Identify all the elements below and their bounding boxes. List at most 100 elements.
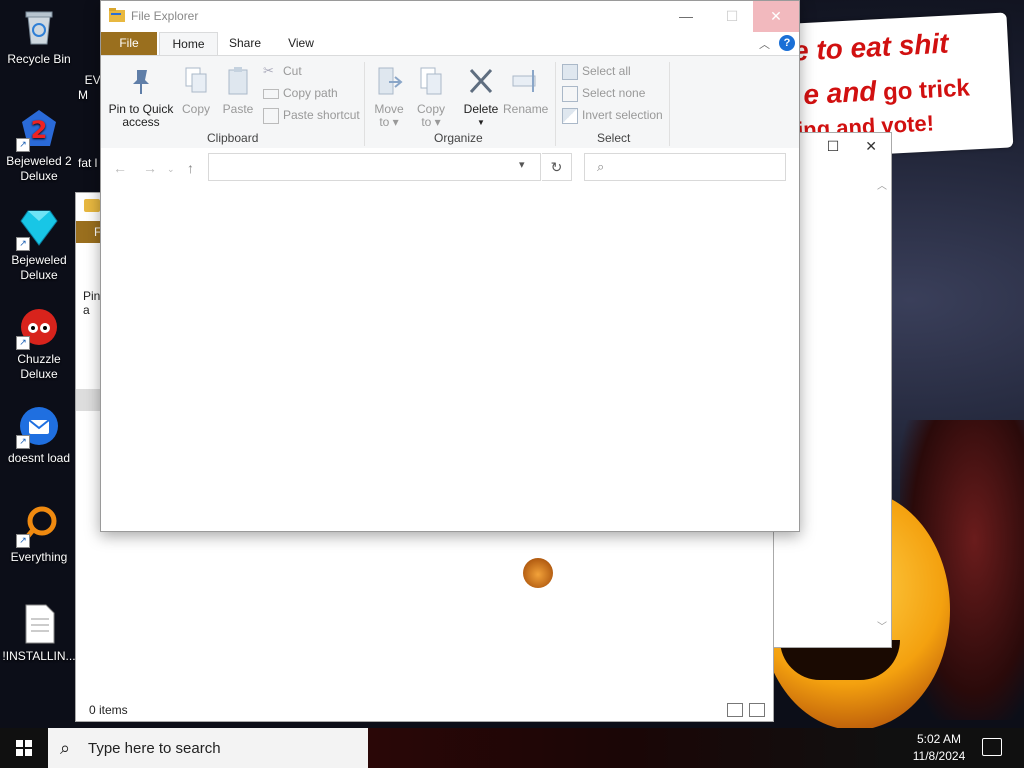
group-label-clipboard: Clipboard: [207, 131, 259, 145]
select-none-icon: [562, 86, 578, 102]
paste-shortcut-button[interactable]: Paste shortcut: [263, 106, 360, 124]
invert-selection-icon: [562, 108, 578, 124]
ribbon-home: Pin to Quick access Copy Paste ✂ Cut Cop…: [101, 55, 799, 149]
paste-button[interactable]: Paste: [219, 66, 257, 116]
copy-path-button[interactable]: Copy path: [263, 84, 338, 102]
chevron-up-icon[interactable]: ︿: [875, 177, 889, 192]
status-item-count: 0 items: [89, 703, 128, 717]
windows-logo-icon: [16, 740, 32, 756]
desktop-icon-label: Bejeweled 2 Deluxe: [6, 154, 72, 183]
desktop-icon-doesnt-load[interactable]: ↗ doesnt load: [1, 405, 77, 466]
file-explorer-window[interactable]: File Explorer — ☐ ✕ File Home Share View…: [100, 0, 800, 532]
group-separator: [364, 62, 365, 146]
everything-search-icon: ↗: [16, 504, 60, 548]
desktop-icon-bejeweled-2[interactable]: 2 ↗ Bejeweled 2 Deluxe: [1, 108, 77, 184]
select-none-button[interactable]: Select none: [562, 84, 645, 102]
large-icons-view-icon[interactable]: [749, 703, 765, 717]
desktop-icon-recycle-bin[interactable]: Recycle Bin: [1, 6, 77, 67]
banner-line-1: e to eat shit: [792, 27, 950, 67]
cat-sprite-icon: [523, 558, 553, 588]
system-clock[interactable]: 5:02 AM 11/8/2024: [900, 731, 978, 765]
delete-button[interactable]: Delete ▼: [459, 66, 503, 129]
svg-text:2: 2: [31, 116, 48, 144]
scissors-icon: ✂: [263, 63, 274, 78]
select-all-icon: [562, 64, 578, 80]
tab-view[interactable]: View: [277, 32, 325, 55]
start-button[interactable]: [0, 728, 48, 768]
desktop-icon-bejeweled[interactable]: ↗ Bejeweled Deluxe: [1, 207, 77, 283]
pin-label-partial: Pin a: [83, 289, 101, 317]
text-file-icon: [18, 603, 60, 645]
desktop-icon-partial-ev[interactable]: EV M: [78, 58, 102, 103]
pin-to-quick-access-button[interactable]: Pin to Quick access: [107, 66, 175, 129]
folder-icon: [84, 199, 100, 212]
address-input[interactable]: [208, 153, 541, 181]
desktop-icon-label: Chuzzle Deluxe: [17, 352, 61, 381]
taskbar-search-box[interactable]: ⌕ Type here to search: [48, 728, 368, 768]
minimize-button[interactable]: —: [663, 1, 709, 32]
help-icon[interactable]: ?: [779, 35, 795, 51]
copy-to-button[interactable]: Copy to ▾: [411, 66, 451, 129]
close-button[interactable]: ✕: [753, 1, 799, 32]
group-label-select: Select: [597, 131, 631, 145]
desktop-icon-label: doesnt load: [7, 451, 71, 465]
maximize-icon[interactable]: ☐: [827, 138, 840, 155]
window-titlebar[interactable]: File Explorer — ☐ ✕: [101, 1, 799, 32]
recent-locations-chevron-icon[interactable]: ⌄: [167, 164, 175, 175]
desktop-icon-label: Recycle Bin: [7, 52, 71, 66]
desktop-icon-chuzzle[interactable]: ↗ Chuzzle Deluxe: [1, 306, 77, 382]
address-bar-row: ← → ⌄ ↑ ▾ ↻ ⌕: [101, 148, 799, 188]
copy-button[interactable]: Copy: [177, 66, 215, 116]
desktop-icon-label: Bejeweled Deluxe: [11, 253, 67, 282]
bejeweled-2-icon: 2 ↗: [16, 108, 60, 152]
tab-share[interactable]: Share: [219, 32, 271, 55]
taskbar-search-placeholder: Type here to search: [88, 740, 221, 757]
chuzzle-icon: ↗: [16, 306, 60, 350]
tab-file[interactable]: File: [101, 32, 157, 55]
copy-path-icon: [263, 89, 279, 99]
shortcut-arrow-icon: ↗: [16, 138, 30, 152]
refresh-icon: ↻: [550, 159, 563, 175]
shortcut-arrow-icon: ↗: [16, 534, 30, 548]
folder-icon: [109, 8, 125, 22]
details-view-icon[interactable]: [727, 703, 743, 717]
ribbon-tabs: File Home Share View ︿ ?: [101, 32, 799, 56]
thunderbird-icon: ↗: [16, 405, 60, 449]
search-icon: ⌕: [597, 159, 605, 174]
bejeweled-icon: ↗: [16, 207, 60, 251]
pin-icon: [133, 70, 149, 94]
tab-home[interactable]: Home: [159, 32, 218, 56]
up-arrow-icon[interactable]: ↑: [187, 160, 194, 176]
file-list-area[interactable]: [101, 188, 799, 531]
chevron-down-icon[interactable]: ﹀: [875, 618, 889, 633]
rename-button[interactable]: Rename: [503, 66, 548, 116]
refresh-button[interactable]: ↻: [542, 153, 572, 181]
window-title: File Explorer: [131, 9, 199, 23]
recycle-bin-icon: [18, 6, 60, 48]
maximize-button[interactable]: ☐: [709, 1, 755, 32]
search-input[interactable]: ⌕: [584, 153, 786, 181]
shortcut-arrow-icon: ↗: [16, 435, 30, 449]
forward-arrow-icon[interactable]: →: [143, 160, 157, 176]
back-arrow-icon[interactable]: ←: [113, 160, 127, 176]
shortcut-arrow-icon: ↗: [16, 336, 30, 350]
desktop-icon-installing[interactable]: !INSTALLIN...: [1, 603, 77, 664]
shortcut-arrow-icon: ↗: [16, 237, 30, 251]
search-icon: ⌕: [60, 738, 71, 758]
desktop-icon-partial-fat[interactable]: fat l: [78, 156, 102, 171]
select-all-button[interactable]: Select all: [562, 62, 631, 80]
invert-selection-button[interactable]: Invert selection: [562, 106, 663, 124]
collapse-ribbon-icon[interactable]: ︿: [759, 36, 770, 52]
desktop-icon-label: Everything: [10, 550, 68, 564]
paste-shortcut-icon: [263, 108, 279, 124]
move-to-button[interactable]: Move to ▾: [369, 66, 409, 129]
copy-to-icon: [420, 67, 442, 95]
notification-center-icon[interactable]: [982, 738, 1002, 756]
address-dropdown-icon[interactable]: ▾: [519, 158, 525, 171]
scrollbar[interactable]: ︿ ﹀: [875, 177, 889, 633]
close-icon[interactable]: ✕: [865, 138, 877, 155]
desktop-icon-everything[interactable]: ↗ Everything: [1, 504, 77, 565]
cut-button[interactable]: ✂ Cut: [263, 62, 302, 80]
group-separator: [669, 62, 670, 146]
nav-pane-strip: [76, 389, 102, 411]
